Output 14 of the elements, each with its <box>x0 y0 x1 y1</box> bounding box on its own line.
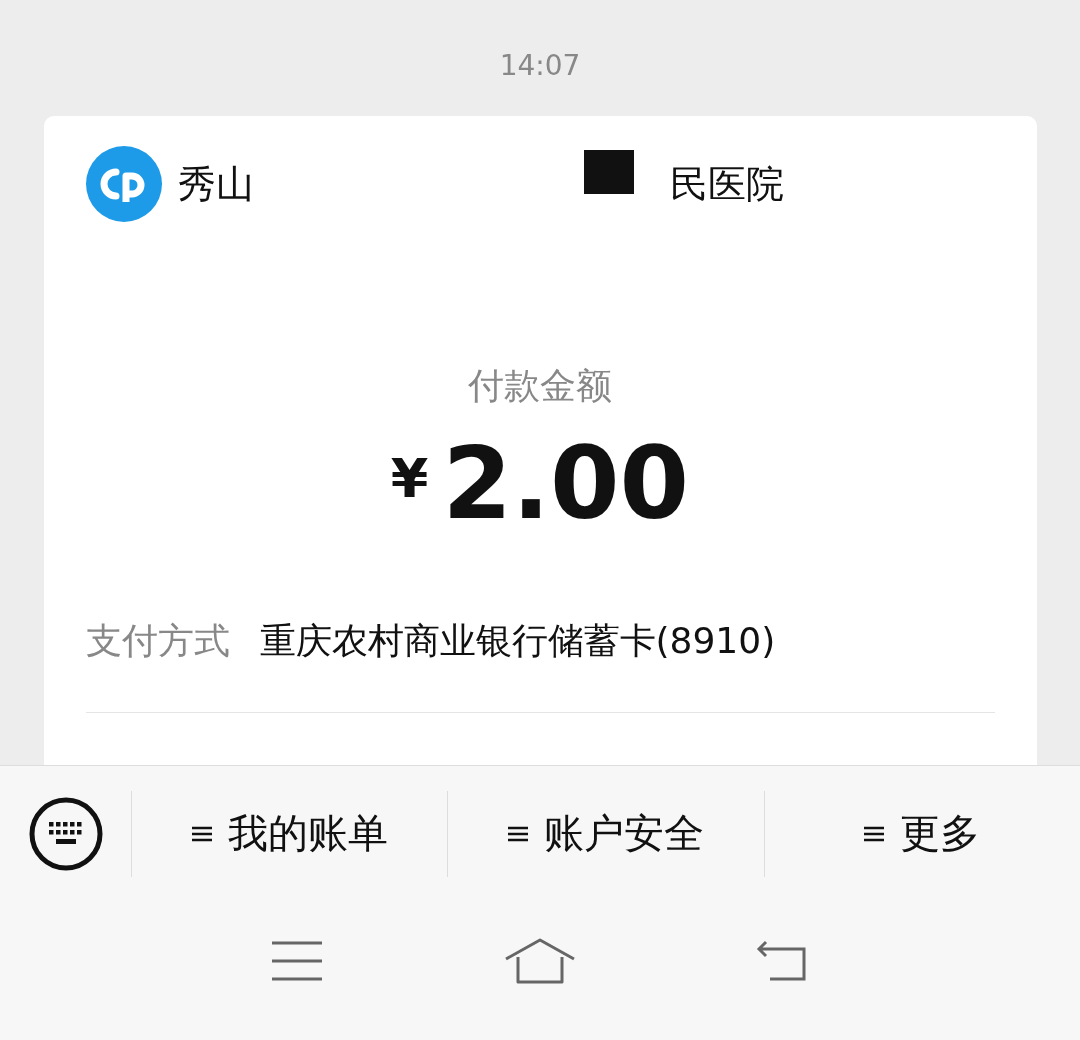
merchant-name: 民医院 <box>669 160 784 208</box>
menu-tab[interactable]: 更多 <box>764 790 1080 877</box>
amount-label: 付款金额 <box>467 364 613 408</box>
currency-symbol: ¥ <box>390 447 429 510</box>
payment-method-label: 支付方式 <box>85 619 230 663</box>
menu-tab[interactable]: 账户安全 <box>448 790 764 877</box>
payment-amount: 2.00 <box>442 429 690 539</box>
message-time: 14:07 <box>499 48 581 84</box>
payment-method-value: 重庆农村商业银行储蓄卡(8910) <box>259 619 776 663</box>
keyboard-icon[interactable] <box>29 796 103 871</box>
merchant-name: 秀山 <box>177 160 254 208</box>
menu-tab[interactable]: 我的账单 <box>132 790 448 877</box>
home-icon[interactable] <box>504 936 576 985</box>
merchant-logo-icon <box>85 146 162 222</box>
